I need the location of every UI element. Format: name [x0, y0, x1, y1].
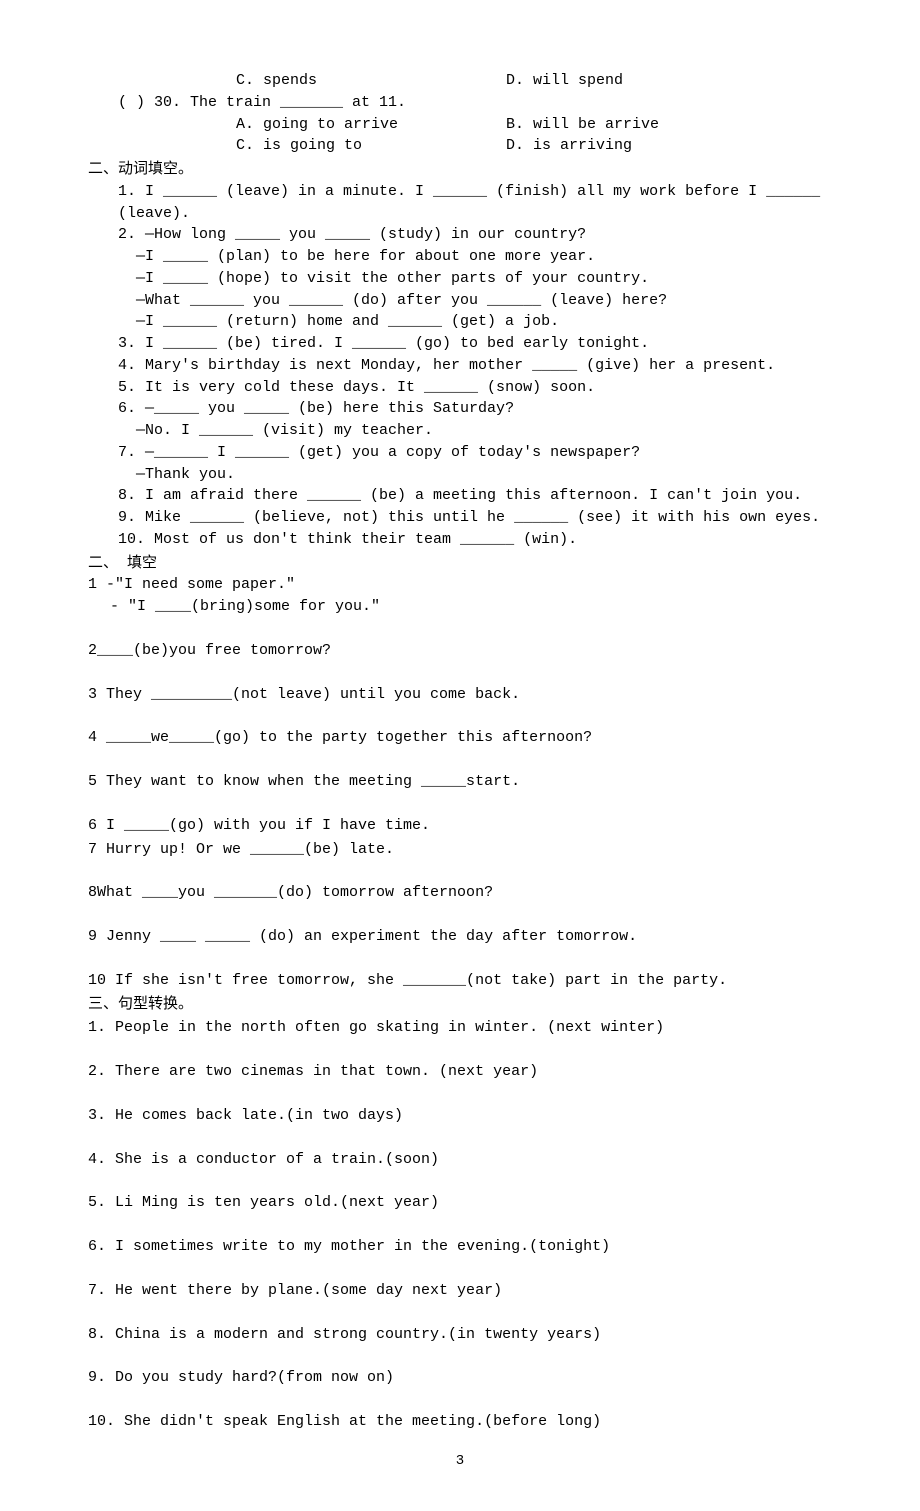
section-verb-fill-heading: 二、动词填空。 — [88, 159, 832, 181]
fill-item-2: 2____(be)you free tomorrow? — [88, 640, 832, 662]
option-a-q30: A. going to arrive — [236, 114, 506, 136]
page-number: 3 — [88, 1451, 832, 1471]
fill-item-7: 7 Hurry up! Or we ______(be) late. — [88, 839, 832, 861]
section-fill-blank-heading: 二、 填空 — [88, 553, 832, 575]
verb-fill-item-2b: —I _____ (plan) to be here for about one… — [88, 246, 832, 268]
fill-item-5: 5 They want to know when the meeting ___… — [88, 771, 832, 793]
fill-item-9: 9 Jenny ____ _____ (do) an experiment th… — [88, 926, 832, 948]
verb-fill-item-4: 4. Mary's birthday is next Monday, her m… — [88, 355, 832, 377]
transform-item-4: 4. She is a conductor of a train.(soon) — [88, 1149, 832, 1171]
option-d-q30: D. is arriving — [506, 135, 632, 157]
verb-fill-item-1: 1. I ______ (leave) in a minute. I _____… — [88, 181, 832, 225]
verb-fill-item-8: 8. I am afraid there ______ (be) a meeti… — [88, 485, 832, 507]
transform-item-6: 6. I sometimes write to my mother in the… — [88, 1236, 832, 1258]
verb-fill-item-6b: —No. I ______ (visit) my teacher. — [88, 420, 832, 442]
verb-fill-item-2d: —What ______ you ______ (do) after you _… — [88, 290, 832, 312]
section-sentence-transform-heading: 三、句型转换。 — [88, 994, 832, 1016]
fill-item-4: 4 _____we_____(go) to the party together… — [88, 727, 832, 749]
fill-item-10: 10 If she isn't free tomorrow, she _____… — [88, 970, 832, 992]
verb-fill-item-2e: —I ______ (return) home and ______ (get)… — [88, 311, 832, 333]
verb-fill-item-6a: 6. —_____ you _____ (be) here this Satur… — [88, 398, 832, 420]
verb-fill-item-7a: 7. —______ I ______ (get) you a copy of … — [88, 442, 832, 464]
prev-question-options-row1: C. spends D. will spend — [88, 70, 832, 92]
transform-item-1: 1. People in the north often go skating … — [88, 1017, 832, 1039]
transform-item-8: 8. China is a modern and strong country.… — [88, 1324, 832, 1346]
option-b-q30: B. will be arrive — [506, 114, 659, 136]
fill-item-8: 8What ____you _______(do) tomorrow after… — [88, 882, 832, 904]
verb-fill-item-10: 10. Most of us don't think their team __… — [88, 529, 832, 551]
verb-fill-item-7b: —Thank you. — [88, 464, 832, 486]
transform-item-2: 2. There are two cinemas in that town. (… — [88, 1061, 832, 1083]
question-30-stem: ( ) 30. The train _______ at 11. — [88, 92, 832, 114]
verb-fill-item-9: 9. Mike ______ (believe, not) this until… — [88, 507, 832, 529]
transform-item-7: 7. He went there by plane.(some day next… — [88, 1280, 832, 1302]
transform-item-9: 9. Do you study hard?(from now on) — [88, 1367, 832, 1389]
fill-item-3: 3 They _________(not leave) until you co… — [88, 684, 832, 706]
verb-fill-item-5: 5. It is very cold these days. It ______… — [88, 377, 832, 399]
question-30-options-row1: A. going to arrive B. will be arrive — [88, 114, 832, 136]
verb-fill-item-3: 3. I ______ (be) tired. I ______ (go) to… — [88, 333, 832, 355]
fill-item-1b: - "I ____(bring)some for you." — [88, 596, 832, 618]
verb-fill-item-2c: —I _____ (hope) to visit the other parts… — [88, 268, 832, 290]
option-c-prev: C. spends — [236, 70, 506, 92]
option-c-q30: C. is going to — [236, 135, 506, 157]
fill-item-6: 6 I _____(go) with you if I have time. — [88, 815, 832, 837]
question-30-options-row2: C. is going to D. is arriving — [88, 135, 832, 157]
option-d-prev: D. will spend — [506, 70, 623, 92]
verb-fill-item-2a: 2. —How long _____ you _____ (study) in … — [88, 224, 832, 246]
transform-item-3: 3. He comes back late.(in two days) — [88, 1105, 832, 1127]
fill-item-1a: 1 -"I need some paper." — [88, 574, 832, 596]
transform-item-10: 10. She didn't speak English at the meet… — [88, 1411, 832, 1433]
transform-item-5: 5. Li Ming is ten years old.(next year) — [88, 1192, 832, 1214]
